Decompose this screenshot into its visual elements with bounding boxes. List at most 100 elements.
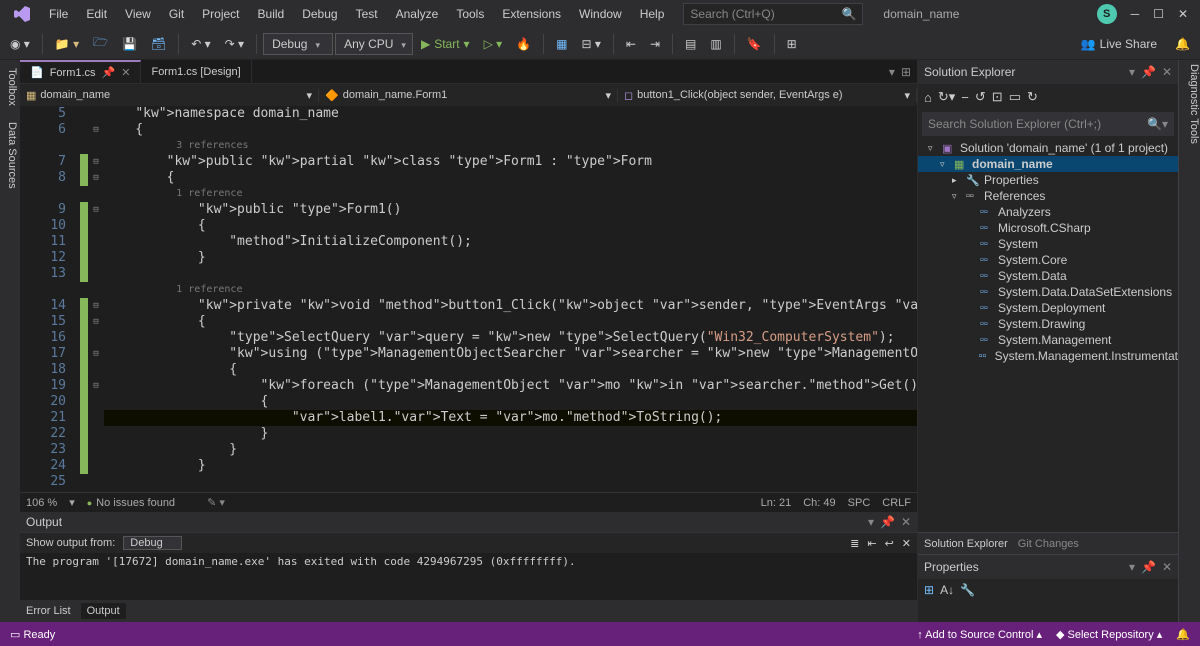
save-icon[interactable]: 💾: [116, 33, 143, 55]
properties-node[interactable]: ▸🔧Properties: [918, 172, 1178, 188]
undo-icon[interactable]: ↶ ▾: [185, 33, 216, 55]
output-tool-icon[interactable]: ≣: [850, 537, 859, 550]
pin-icon[interactable]: 📌: [102, 66, 116, 79]
menu-analyze[interactable]: Analyze: [387, 3, 448, 25]
open-icon[interactable]: 🗁: [87, 29, 114, 58]
spaces-indicator[interactable]: SPC: [848, 497, 871, 509]
minimize-icon[interactable]: ─: [1131, 7, 1140, 21]
solution-search[interactable]: Search Solution Explorer (Ctrl+;) 🔍▾: [922, 112, 1174, 136]
tb-icon-2[interactable]: ⊟ ▾: [575, 33, 606, 55]
output-tool-icon[interactable]: ⇤: [867, 537, 876, 550]
reference-item[interactable]: ▫▫System.Management: [918, 332, 1178, 348]
code-editor[interactable]: 5678910111213141516171819202122232425262…: [20, 106, 917, 492]
panel-menu-icon[interactable]: ▾: [1129, 560, 1135, 574]
sync-icon[interactable]: ↻▾: [938, 89, 955, 105]
save-all-icon[interactable]: 🗃: [145, 33, 172, 55]
menu-edit[interactable]: Edit: [77, 3, 116, 25]
reference-item[interactable]: ▫▫System: [918, 236, 1178, 252]
tb-icon-3[interactable]: ⊞: [781, 33, 803, 55]
menu-help[interactable]: Help: [631, 3, 674, 25]
close-icon[interactable]: ✕: [1178, 7, 1188, 21]
toolbox-tab[interactable]: Toolbox: [0, 64, 20, 110]
panel-pin-icon[interactable]: 📌: [1141, 560, 1156, 574]
data-sources-tab[interactable]: Data Sources: [0, 118, 20, 193]
solution-tree[interactable]: ▿▣Solution 'domain_name' (1 of 1 project…: [918, 138, 1178, 532]
panel-close-icon[interactable]: ✕: [1162, 560, 1172, 574]
tab-overflow-icon[interactable]: ▾: [889, 65, 895, 79]
menu-git[interactable]: Git: [160, 3, 193, 25]
reference-item[interactable]: ▫▫Analyzers: [918, 204, 1178, 220]
categorized-icon[interactable]: ⊞: [924, 583, 934, 597]
error-list-tab[interactable]: Error List: [26, 605, 71, 617]
solution-root[interactable]: ▿▣Solution 'domain_name' (1 of 1 project…: [918, 140, 1178, 156]
source-control-button[interactable]: ↑ Add to Source Control ▴: [917, 628, 1042, 641]
window-split-icon[interactable]: ⊞: [901, 65, 911, 79]
reference-item[interactable]: ▫▫System.Data: [918, 268, 1178, 284]
menu-debug[interactable]: Debug: [293, 3, 346, 25]
menu-file[interactable]: File: [40, 3, 77, 25]
collapse-icon[interactable]: −: [961, 90, 969, 105]
reference-item[interactable]: ▫▫System.Drawing: [918, 316, 1178, 332]
nav-back-icon[interactable]: ◉ ▾: [4, 33, 36, 55]
reference-item[interactable]: ▫▫System.Deployment: [918, 300, 1178, 316]
menu-view[interactable]: View: [116, 3, 160, 25]
uncomment-icon[interactable]: ▥: [704, 33, 727, 55]
menu-extensions[interactable]: Extensions: [493, 3, 570, 25]
admin-icon[interactable]: 🔔: [1169, 33, 1196, 55]
new-project-icon[interactable]: 📁 ▾: [49, 33, 85, 55]
solution-explorer-tab[interactable]: Solution Explorer: [924, 538, 1008, 550]
menu-project[interactable]: Project: [193, 3, 248, 25]
reference-item[interactable]: ▫▫Microsoft.CSharp: [918, 220, 1178, 236]
git-changes-tab[interactable]: Git Changes: [1018, 538, 1079, 550]
reference-item[interactable]: ▫▫System.Management.Instrumentat: [918, 348, 1178, 364]
issues-indicator[interactable]: No issues found: [87, 497, 175, 509]
tab-form1-design[interactable]: Form1.cs [Design]: [141, 60, 251, 83]
crlf-indicator[interactable]: CRLF: [882, 497, 911, 509]
output-wrap-icon[interactable]: ↩: [885, 537, 894, 550]
panel-menu-icon[interactable]: ▾: [1129, 65, 1135, 79]
bookmark-icon[interactable]: 🔖: [741, 33, 768, 55]
notifications-icon[interactable]: 🔔: [1176, 628, 1190, 641]
search-box[interactable]: Search (Ctrl+Q) 🔍: [683, 3, 863, 25]
refresh-icon[interactable]: ↻: [1027, 89, 1038, 105]
output-pin-icon[interactable]: 📌: [880, 515, 895, 529]
start-button[interactable]: ▶ Start ▾: [415, 33, 476, 55]
prop-wrench-icon[interactable]: 🔧: [960, 583, 975, 597]
menu-window[interactable]: Window: [570, 3, 631, 25]
comment-icon[interactable]: ▤: [679, 33, 702, 55]
reference-item[interactable]: ▫▫System.Core: [918, 252, 1178, 268]
output-text[interactable]: The program '[17672] domain_name.exe' ha…: [20, 553, 917, 600]
config-dropdown[interactable]: Debug: [263, 33, 333, 55]
outdent-icon[interactable]: ⇥: [644, 33, 666, 55]
platform-dropdown[interactable]: Any CPU: [335, 33, 413, 55]
indent-icon[interactable]: ⇤: [620, 33, 642, 55]
close-tab-icon[interactable]: ✕: [121, 66, 130, 79]
output-close-icon[interactable]: ✕: [901, 515, 911, 529]
home-icon[interactable]: ⌂: [924, 90, 932, 105]
crumb-class[interactable]: 🔶domain_name.Form1▾: [319, 89, 618, 102]
tab-form1-cs[interactable]: 📄 Form1.cs 📌 ✕: [20, 60, 141, 83]
redo-icon[interactable]: ↷ ▾: [219, 33, 250, 55]
hot-reload-icon[interactable]: 🔥: [510, 33, 537, 55]
tidy-icon[interactable]: ✎ ▾: [207, 496, 225, 509]
live-share-button[interactable]: 👥 Live Share: [1071, 37, 1167, 51]
user-avatar[interactable]: S: [1097, 4, 1117, 24]
project-node[interactable]: ▿▦domain_name: [918, 156, 1178, 172]
repo-button[interactable]: ◆ Select Repository ▴: [1056, 628, 1162, 641]
panel-pin-icon[interactable]: 📌: [1141, 65, 1156, 79]
output-clear-icon[interactable]: ✕: [902, 537, 911, 550]
maximize-icon[interactable]: ☐: [1153, 7, 1164, 21]
preview-icon[interactable]: ▭: [1009, 89, 1021, 105]
diagnostic-tools-tab[interactable]: Diagnostic Tools: [1188, 64, 1200, 144]
alphabetical-icon[interactable]: A↓: [940, 583, 954, 597]
reference-item[interactable]: ▫▫System.Data.DataSetExtensions: [918, 284, 1178, 300]
start-no-debug-icon[interactable]: ▷ ▾: [478, 33, 509, 55]
panel-close-icon[interactable]: ✕: [1162, 65, 1172, 79]
output-source-dropdown[interactable]: Debug: [123, 536, 181, 550]
references-node[interactable]: ▿▫▫References: [918, 188, 1178, 204]
zoom-level[interactable]: 106 %: [26, 497, 57, 509]
menu-test[interactable]: Test: [347, 3, 387, 25]
output-dropdown-icon[interactable]: ▾: [868, 515, 874, 529]
crumb-method[interactable]: ◻button1_Click(object sender, EventArgs …: [618, 89, 917, 102]
menu-tools[interactable]: Tools: [447, 3, 493, 25]
